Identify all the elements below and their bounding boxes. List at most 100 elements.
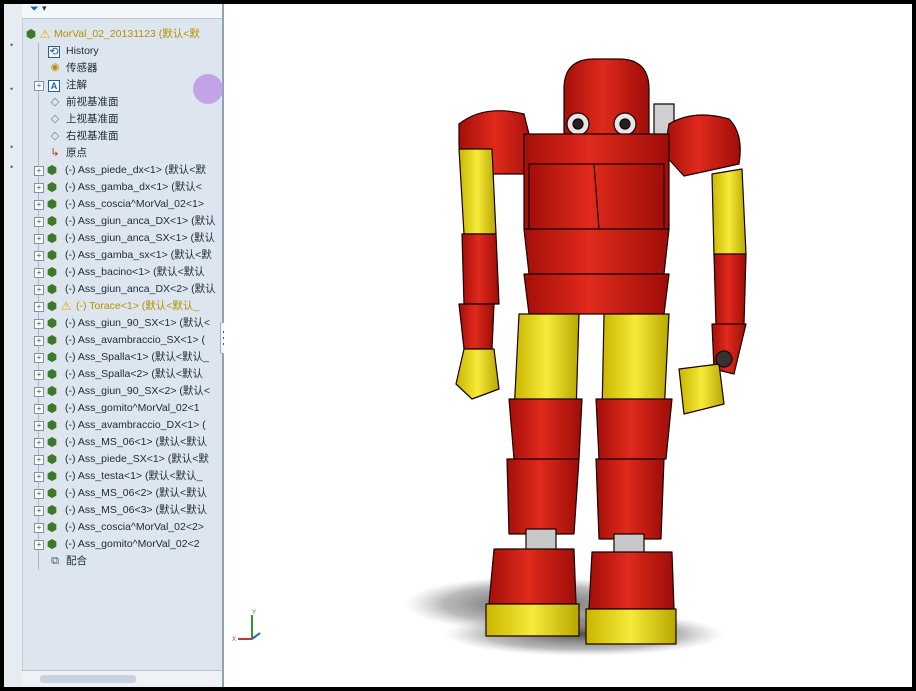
horizontal-scrollbar[interactable] bbox=[40, 675, 136, 683]
tree-item[interactable]: + (-) Ass_piede_dx<1> (默认<默 bbox=[22, 162, 222, 179]
tree-item-label: (-) Ass_giun_90_SX<1> (默认< bbox=[65, 317, 211, 329]
left-knee bbox=[508, 398, 583, 460]
left-forearm bbox=[461, 233, 500, 305]
expand-icon[interactable]: + bbox=[34, 200, 44, 210]
tree-item[interactable]: + (-) Ass_Spalla<1> (默认<默认_ bbox=[22, 349, 222, 366]
expand-icon[interactable]: + bbox=[34, 421, 44, 431]
expand-icon[interactable]: + bbox=[34, 506, 44, 516]
expand-icon[interactable]: + bbox=[34, 268, 44, 278]
tree-item[interactable]: + (-) Ass_bacino<1> (默认<默认 bbox=[22, 264, 222, 281]
expand-icon[interactable]: + bbox=[34, 387, 44, 397]
tree-item-label: 原点 bbox=[66, 147, 87, 159]
tree-item[interactable]: + (-) Ass_gomito^MorVal_02<2 bbox=[22, 536, 222, 553]
tree-item-label: (-) Ass_testa<1> (默认<默认_ bbox=[65, 470, 203, 482]
tree-item[interactable]: + (-) Ass_giun_anca_DX<2> (默认 bbox=[22, 281, 222, 298]
strip-marker: • bbox=[10, 40, 14, 50]
tree-item[interactable]: + (-) Ass_piede_SX<1> (默认<默 bbox=[22, 451, 222, 468]
tree-item[interactable]: + (-) Ass_gamba_dx<1> (默认< bbox=[22, 179, 222, 196]
tree-item-label: 前视基准面 bbox=[66, 96, 119, 108]
expand-icon[interactable]: + bbox=[34, 183, 44, 193]
tree-item[interactable]: + (-) Ass_gomito^MorVal_02<1 bbox=[22, 400, 222, 417]
tree-connector bbox=[38, 111, 39, 128]
expand-icon[interactable]: + bbox=[34, 319, 44, 329]
expand-icon[interactable]: + bbox=[34, 217, 44, 227]
tree-connector bbox=[38, 94, 39, 111]
feature-manager-panel: • • • • ⏷ ▾ ⚠ MorVal_02_20131123 (默认<默 ⟲… bbox=[4, 4, 224, 687]
feature-tree: ⚠ MorVal_02_20131123 (默认<默 ⟲ History ◉ 传感器 +… bbox=[22, 26, 222, 570]
tree-item[interactable]: + A 注解 bbox=[22, 77, 222, 94]
expand-icon[interactable]: + bbox=[34, 336, 44, 346]
tree-item[interactable]: + ⚠ (-) Torace<1> (默认<默认_ bbox=[22, 298, 222, 315]
expand-icon[interactable]: + bbox=[34, 523, 44, 533]
right-shoulder bbox=[663, 114, 741, 177]
expand-icon[interactable]: + bbox=[34, 438, 44, 448]
tree-connector bbox=[38, 553, 39, 570]
tree-item[interactable]: + (-) Ass_giun_90_SX<1> (默认< bbox=[22, 315, 222, 332]
tree-item[interactable]: + (-) Ass_avambraccio_DX<1> ( bbox=[22, 417, 222, 434]
tree-item-label: (-) Ass_giun_90_SX<2> (默认< bbox=[65, 385, 211, 397]
tree-item-label: (-) Ass_coscia^MorVal_02<2> bbox=[65, 521, 204, 533]
tree-item[interactable]: + (-) Ass_MS_06<1> (默认<默认 bbox=[22, 434, 222, 451]
expand-icon[interactable]: + bbox=[34, 234, 44, 244]
tree-item-label: (-) Ass_avambraccio_DX<1> ( bbox=[65, 419, 206, 431]
graphics-viewport[interactable]: Y X bbox=[224, 4, 912, 687]
tree-item[interactable]: + (-) Ass_Spalla<2> (默认<默认 bbox=[22, 366, 222, 383]
expand-icon[interactable]: + bbox=[34, 285, 44, 295]
tree-root[interactable]: ⚠ MorVal_02_20131123 (默认<默 bbox=[22, 26, 222, 43]
expand-icon[interactable]: + bbox=[34, 81, 44, 91]
tree-item[interactable]: + (-) Ass_coscia^MorVal_02<2> bbox=[22, 519, 222, 536]
expand-icon[interactable]: + bbox=[34, 302, 44, 312]
expand-icon[interactable]: + bbox=[34, 472, 44, 482]
tree-item-label: (-) Ass_giun_anca_SX<1> (默认 bbox=[65, 232, 215, 244]
right-forearm bbox=[713, 253, 747, 327]
expand-icon[interactable]: + bbox=[34, 404, 44, 414]
expand-icon[interactable]: + bbox=[34, 370, 44, 380]
tree-item[interactable]: ◇ 前视基准面 bbox=[22, 94, 222, 111]
tree-item[interactable]: ⟲ History bbox=[22, 43, 222, 60]
tree-item-label: 配合 bbox=[66, 555, 87, 567]
tree-item[interactable]: + (-) Ass_avambraccio_SX<1> ( bbox=[22, 332, 222, 349]
robot-model[interactable] bbox=[224, 4, 912, 687]
triad-x-label: X bbox=[232, 637, 236, 643]
tree-item[interactable]: + (-) Ass_MS_06<3> (默认<默认 bbox=[22, 502, 222, 519]
expand-icon[interactable]: + bbox=[34, 489, 44, 499]
assembly-icon bbox=[45, 231, 59, 245]
right-pupil bbox=[619, 118, 631, 130]
assembly-icon bbox=[45, 384, 59, 398]
tree-item[interactable]: + (-) Ass_MS_06<2> (默认<默认 bbox=[22, 485, 222, 502]
expand-icon[interactable]: + bbox=[34, 251, 44, 261]
tree-item-label: History bbox=[66, 45, 99, 57]
assembly-icon bbox=[24, 27, 38, 41]
expand-icon[interactable]: + bbox=[34, 353, 44, 363]
assembly-icon bbox=[45, 180, 59, 194]
tree-item-label: (-) Ass_Spalla<1> (默认<默认_ bbox=[65, 351, 209, 363]
expand-icon[interactable]: + bbox=[34, 540, 44, 550]
tree-item[interactable]: ⧉ 配合 bbox=[22, 553, 222, 570]
expand-icon[interactable]: + bbox=[34, 455, 44, 465]
expand-icon[interactable]: + bbox=[34, 166, 44, 176]
solidworks-window: • • • • ⏷ ▾ ⚠ MorVal_02_20131123 (默认<默 ⟲… bbox=[4, 4, 912, 687]
chevron-down-icon[interactable]: ▾ bbox=[42, 4, 47, 14]
assembly-icon bbox=[45, 520, 59, 534]
tree-item[interactable]: + (-) Ass_gamba_sx<1> (默认<默 bbox=[22, 247, 222, 264]
view-triad[interactable]: Y X bbox=[232, 607, 272, 647]
tree-item[interactable]: + (-) Ass_testa<1> (默认<默认_ bbox=[22, 468, 222, 485]
tree-item[interactable]: ◉ 传感器 bbox=[22, 60, 222, 77]
assembly-icon bbox=[45, 316, 59, 330]
tree-item[interactable]: + (-) Ass_coscia^MorVal_02<1> bbox=[22, 196, 222, 213]
filter-icon[interactable]: ⏷ bbox=[30, 4, 39, 16]
tree-item[interactable]: + (-) Ass_giun_90_SX<2> (默认< bbox=[22, 383, 222, 400]
tree-item-label: (-) Ass_avambraccio_SX<1> ( bbox=[65, 334, 206, 346]
tree-item[interactable]: ◇ 上视基准面 bbox=[22, 111, 222, 128]
assembly-icon bbox=[45, 350, 59, 364]
tree-item[interactable]: ◇ 右视基准面 bbox=[22, 128, 222, 145]
sensor-icon: ◉ bbox=[50, 62, 60, 73]
assembly-icon bbox=[45, 248, 59, 262]
history-icon: ⟲ bbox=[48, 46, 60, 58]
tree-item[interactable]: + (-) Ass_giun_anca_SX<1> (默认 bbox=[22, 230, 222, 247]
tree-item[interactable]: ↳ 原点 bbox=[22, 145, 222, 162]
filter-bar[interactable]: ⏷ ▾ bbox=[22, 4, 222, 19]
tree-item-label: 右视基准面 bbox=[66, 130, 119, 142]
left-wrist bbox=[458, 303, 495, 350]
tree-item[interactable]: + (-) Ass_giun_anca_DX<1> (默认 bbox=[22, 213, 222, 230]
